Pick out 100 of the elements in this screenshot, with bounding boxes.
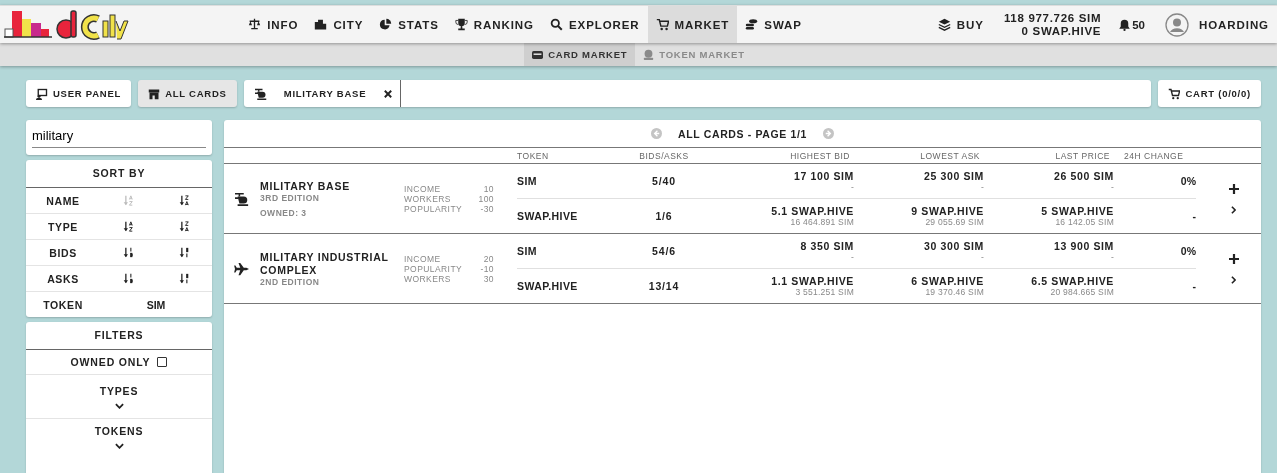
stat-label: POPULARITY	[404, 203, 464, 214]
price-change: 0%	[1179, 245, 1196, 257]
notifications-link[interactable]: 50	[1111, 6, 1153, 43]
card-edition: 3RD EDITION	[260, 192, 321, 203]
add-icon[interactable]	[1228, 183, 1239, 194]
bell-icon	[1119, 18, 1131, 31]
stat-label: INCOME	[404, 183, 442, 194]
bids-asks-count: 5/40	[651, 175, 677, 187]
helicopter-icon	[253, 87, 268, 100]
helicopter-icon	[234, 191, 250, 206]
sort-label: TYPE	[47, 220, 79, 233]
sort-label: NAME	[45, 194, 81, 207]
stat-value: 10	[482, 183, 494, 194]
sort-icon[interactable]	[123, 273, 133, 284]
nav-link[interactable]: CITY	[306, 6, 372, 43]
last-price-converted: -	[1109, 252, 1114, 262]
balance-amount: 118 977.726 SIM	[1003, 11, 1102, 25]
filter-chip[interactable]: MILITARY BASE	[243, 80, 402, 107]
stat-label: WORKERS	[404, 273, 452, 284]
bids-asks-count: 13/14	[647, 280, 681, 292]
nav-link[interactable]: INFO	[240, 6, 307, 43]
nav-link[interactable]: STATS	[371, 6, 447, 43]
highest-bid-amount: 8 350 SIM	[799, 240, 854, 252]
search-field[interactable]: military	[26, 120, 212, 155]
lowest-ask-amount: 6 SWAP.HIVE	[910, 275, 984, 287]
price-change: -	[1191, 210, 1196, 222]
stat-value: 30	[482, 273, 494, 284]
column-header: LAST PRICE	[1054, 150, 1111, 161]
search-icon	[549, 18, 563, 31]
lowest-ask-converted: -	[979, 252, 984, 262]
filter-section-title[interactable]: TOKENS	[94, 425, 144, 437]
token-label: TOKEN	[42, 298, 84, 311]
lowest-ask-amount: 9 SWAP.HIVE	[910, 205, 984, 217]
filter-label: OWNED ONLY	[70, 356, 151, 368]
token-value[interactable]: SIM	[100, 298, 212, 311]
scale-icon	[248, 18, 262, 31]
buy-link[interactable]: BUY	[929, 6, 992, 43]
sort-icon[interactable]	[179, 221, 189, 232]
last-price-converted: 16 142.05 SIM	[1054, 217, 1114, 227]
highest-bid-amount: 17 100 SIM	[793, 170, 854, 182]
cart-icon	[655, 18, 669, 31]
sort-icon[interactable]	[179, 195, 189, 206]
sort-icon[interactable]	[179, 247, 189, 258]
stat-label: INCOME	[404, 253, 442, 264]
stat-value: -30	[479, 203, 494, 214]
nav-link[interactable]: MARKET	[647, 6, 738, 43]
chip-label: MILITARY BASE	[283, 88, 367, 99]
store-icon	[148, 87, 161, 100]
balance-amount: 0 SWAP.HIVE	[1020, 24, 1102, 38]
user-menu[interactable]: HOARDING	[1153, 6, 1277, 43]
chevron-right-icon[interactable]	[1231, 205, 1236, 214]
column-header: BIDS/ASKS	[638, 150, 690, 161]
cart-button[interactable]: CART (0/0/0)	[1158, 80, 1261, 107]
page-title: ALL CARDS - PAGE 1/1	[678, 127, 807, 140]
market-tab[interactable]: CARD MARKET	[524, 43, 636, 66]
toolbar-button[interactable]: ALL CARDS	[138, 80, 237, 107]
desk-icon	[36, 87, 48, 100]
highest-bid-converted: 3 551.251 SIM	[794, 287, 854, 297]
lowest-ask-converted: -	[979, 182, 984, 192]
avatar-icon	[1165, 12, 1189, 37]
lowest-ask-converted: 19 370.46 SIM	[924, 287, 984, 297]
highest-bid-amount: 5.1 SWAP.HIVE	[770, 205, 854, 217]
close-icon[interactable]	[384, 89, 393, 98]
layers-icon	[937, 18, 951, 31]
last-price-amount: 13 900 SIM	[1053, 240, 1114, 252]
filter-section-title[interactable]: TYPES	[99, 384, 139, 397]
column-header: LOWEST ASK	[919, 150, 981, 161]
trophy-icon	[454, 18, 468, 31]
highest-bid-amount: 1.1 SWAP.HIVE	[770, 275, 854, 287]
panel-title: FILTERS	[26, 322, 212, 350]
last-price-amount: 26 500 SIM	[1053, 170, 1114, 182]
sort-icon[interactable]	[123, 221, 133, 232]
nav-link[interactable]: RANKING	[446, 6, 542, 43]
card-name[interactable]: MILITARY BASE	[260, 179, 396, 193]
wallet-icon	[532, 49, 544, 60]
lowest-ask-amount: 30 300 SIM	[923, 240, 984, 252]
last-price-converted: 20 984.665 SIM	[1049, 287, 1114, 297]
column-header: 24H CHANGE	[1123, 150, 1185, 161]
nav-link[interactable]: EXPLORER	[541, 6, 648, 43]
coins-icon	[745, 18, 759, 31]
nav-link[interactable]: SWAP	[737, 6, 810, 43]
lowest-ask-amount: 25 300 SIM	[923, 170, 984, 182]
sort-icon[interactable]	[123, 247, 133, 258]
token-name: SWAP.HIVE	[517, 210, 579, 222]
last-price-converted: -	[1109, 182, 1114, 192]
token-name: SWAP.HIVE	[517, 280, 579, 292]
toolbar-button[interactable]: USER PANEL	[26, 80, 132, 107]
stat-label: POPULARITY	[404, 263, 464, 274]
card-edition: 2ND EDITION	[260, 276, 321, 287]
add-icon[interactable]	[1228, 253, 1239, 264]
airplane-icon	[234, 261, 250, 276]
cart-icon	[1168, 87, 1181, 100]
column-header: HIGHEST BID	[789, 150, 851, 161]
bids-asks-count: 1/6	[654, 210, 674, 222]
chevron-right-icon[interactable]	[1231, 275, 1236, 284]
sort-icon[interactable]	[179, 273, 189, 284]
pie-chart-icon	[379, 18, 393, 31]
checkbox[interactable]	[157, 357, 168, 367]
highest-bid-converted: -	[849, 182, 854, 192]
card-name[interactable]: MILITARY INDUSTRIAL COMPLEX	[260, 250, 396, 277]
